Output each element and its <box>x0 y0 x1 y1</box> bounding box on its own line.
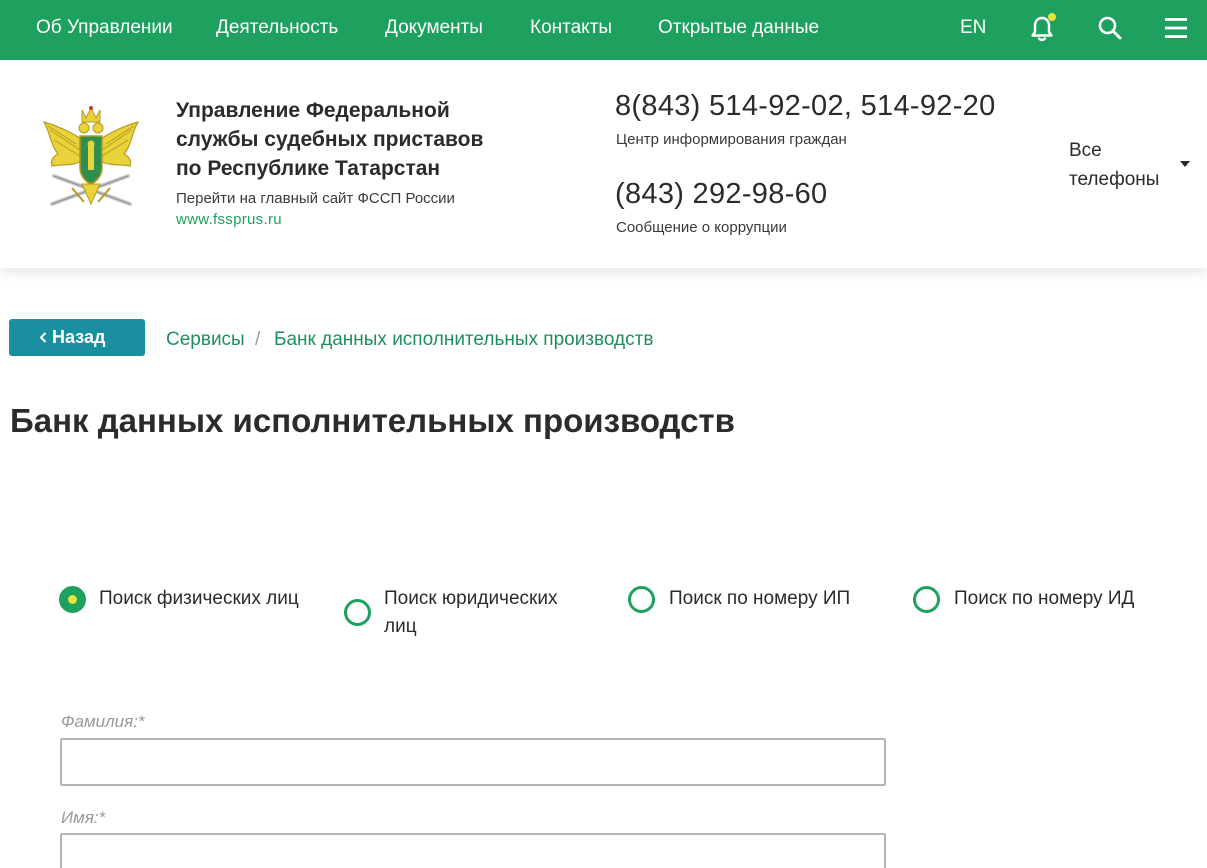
organization-title: Управление Федеральной службы судебных п… <box>176 96 536 183</box>
phone-info-center-caption: Центр информирования граждан <box>616 131 847 148</box>
radio-search-individuals[interactable]: Поиск физических лиц <box>59 586 329 616</box>
site-header: Управление Федеральной службы судебных п… <box>0 60 1207 268</box>
radio-button-selected[interactable] <box>59 586 86 613</box>
back-button-label: Назад <box>52 327 106 347</box>
fssp-emblem-logo[interactable] <box>40 104 142 216</box>
radio-label: Поиск физических лиц <box>99 588 299 609</box>
radio-search-by-ip-number[interactable]: Поиск по номеру ИП <box>628 586 878 616</box>
chevron-left-icon <box>39 332 47 343</box>
all-phones-dropdown[interactable]: Все телефоны <box>1069 136 1169 194</box>
radio-button[interactable] <box>628 586 655 613</box>
lastname-input[interactable] <box>60 738 886 786</box>
firstname-input[interactable] <box>60 833 886 868</box>
phone-corruption-caption: Сообщение о коррупции <box>616 219 787 236</box>
breadcrumb-current[interactable]: Банк данных исполнительных производств <box>274 329 653 351</box>
nav-item-contacts[interactable]: Контакты <box>530 0 612 56</box>
phone-corruption[interactable]: (843) 292-98-60 <box>615 178 827 211</box>
breadcrumb-services[interactable]: Сервисы <box>166 329 245 351</box>
nav-item-activity[interactable]: Деятельность <box>216 0 338 56</box>
page-title: Банк данных исполнительных производств <box>10 402 735 439</box>
radio-button[interactable] <box>344 599 371 626</box>
main-site-link[interactable]: www.fssprus.ru <box>176 211 282 228</box>
nav-item-about[interactable]: Об Управлении <box>36 0 173 56</box>
top-nav-bar: Об Управлении Деятельность Документы Кон… <box>0 0 1207 60</box>
language-switch[interactable]: EN <box>960 0 986 56</box>
radio-search-by-id-number[interactable]: Поиск по номеру ИД <box>913 586 1173 616</box>
menu-icon[interactable] <box>1160 12 1192 44</box>
radio-label: Поиск по номеру ИП <box>669 588 851 609</box>
caret-down-icon[interactable] <box>1179 156 1191 167</box>
bell-icon[interactable] <box>1026 12 1058 44</box>
organization-title-line: по Республике Татарстан <box>176 157 441 180</box>
nav-item-documents[interactable]: Документы <box>385 0 483 56</box>
goto-main-site-text: Перейти на главный сайт ФССП России <box>176 190 455 207</box>
phone-info-center[interactable]: 8(843) 514-92-02, 514-92-20 <box>615 90 996 123</box>
radio-label: Поиск по номеру ИД <box>954 588 1135 609</box>
breadcrumb-separator: / <box>255 329 261 350</box>
radio-button[interactable] <box>913 586 940 613</box>
radio-label: Поиск юридических лиц <box>384 588 558 637</box>
search-icon[interactable] <box>1094 12 1126 44</box>
back-button[interactable]: Назад <box>9 319 145 356</box>
organization-title-line: Управление Федеральной <box>176 99 450 122</box>
nav-item-open-data[interactable]: Открытые данные <box>658 0 819 56</box>
firstname-label: Имя:* <box>61 808 106 827</box>
notification-dot <box>1048 13 1056 21</box>
radio-search-legal-entities[interactable]: Поиск юридических лиц <box>344 586 594 642</box>
lastname-label: Фамилия:* <box>61 712 145 731</box>
organization-title-line: службы судебных приставов <box>176 128 484 151</box>
